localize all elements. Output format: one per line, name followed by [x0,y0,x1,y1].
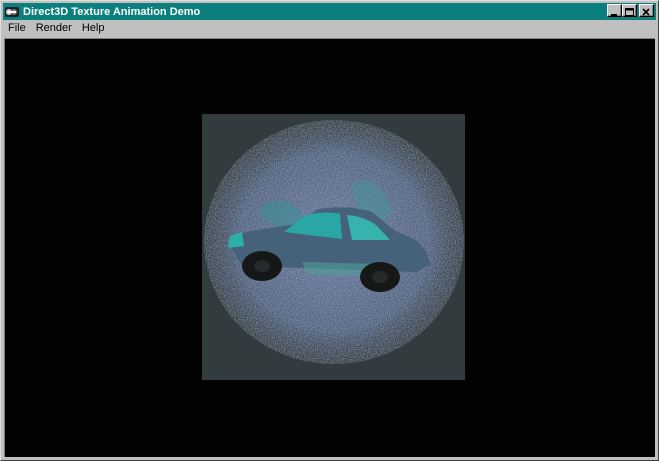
maximize-icon [625,8,634,16]
menu-bar: File Render Help [3,20,656,36]
minimize-icon [611,14,617,16]
car-texture-image [204,120,464,364]
title-bar[interactable]: Direct3D Texture Animation Demo [3,3,656,20]
render-viewport[interactable] [4,38,655,457]
maximize-button[interactable] [622,4,637,17]
menu-render[interactable]: Render [31,21,77,35]
menu-help[interactable]: Help [77,21,110,35]
window-title: Direct3D Texture Animation Demo [23,5,201,18]
menu-file[interactable]: File [3,21,31,35]
animated-texture-surface [202,114,465,380]
directx-app-icon[interactable] [4,4,20,20]
app-window: Direct3D Texture Animation Demo File Ren… [0,0,659,461]
close-button[interactable] [639,4,654,17]
minimize-button[interactable] [607,4,622,17]
close-icon [642,8,650,16]
window-controls [607,4,654,17]
